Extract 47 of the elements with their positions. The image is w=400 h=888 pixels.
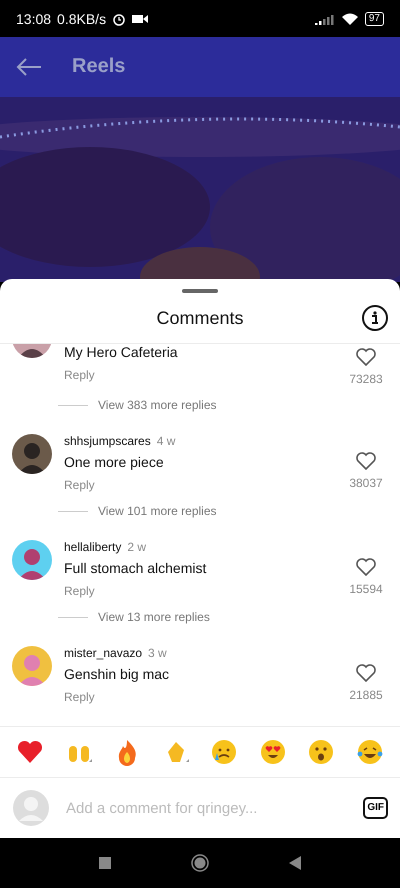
drag-handle[interactable] (182, 289, 218, 293)
comment-text: Genshin big mac (64, 666, 170, 682)
comment-text: My Hero Cafeteria (64, 344, 179, 360)
info-icon (370, 311, 380, 325)
home-icon[interactable] (191, 854, 209, 872)
sheet-title: Comments (156, 308, 244, 328)
battery-icon: 97 (364, 12, 384, 26)
like-button[interactable] (356, 452, 376, 470)
like-count: 38037 (349, 476, 383, 490)
like-button[interactable] (356, 558, 376, 576)
view-replies-link[interactable]: View 101 more replies (98, 504, 217, 518)
comment-text: Full stomach alchemist (64, 560, 208, 576)
status-time: 13:08 (16, 10, 52, 26)
comment-time: 4 w (156, 434, 176, 448)
alarm-icon (112, 12, 126, 26)
comment-text: One more piece (64, 454, 165, 470)
reply-link[interactable]: Reply (64, 368, 338, 382)
comment-username[interactable]: mister_navazo (64, 646, 142, 660)
reply-link[interactable]: Reply (64, 478, 338, 492)
view-replies-link[interactable]: View 383 more replies (98, 398, 217, 412)
comment-username[interactable]: shhsjumpscares (64, 434, 151, 448)
heart-eyes-emoji-icon[interactable] (258, 738, 287, 766)
laughing-emoji-icon[interactable] (356, 738, 384, 766)
reply-link[interactable]: Reply (64, 584, 338, 598)
avatar-icon[interactable] (12, 434, 52, 474)
like-button[interactable] (356, 348, 376, 366)
view-replies-link[interactable]: View 13 more replies (98, 610, 210, 624)
screen-title: Reels (72, 55, 126, 78)
gif-button[interactable]: GIF (363, 797, 388, 819)
like-count: 73283 (349, 372, 383, 386)
comment-username[interactable]: hellaliberty (64, 540, 122, 554)
signal-icon (314, 12, 335, 24)
comment-time: 3 w (148, 646, 167, 660)
back-icon[interactable] (289, 856, 301, 870)
crying-emoji-icon[interactable] (210, 738, 238, 766)
avatar-icon (12, 789, 50, 827)
like-count: 15594 (349, 582, 383, 596)
surprised-emoji-icon[interactable] (307, 738, 336, 766)
wifi-icon (340, 12, 359, 26)
video-camera-icon (132, 14, 148, 24)
comment-time: 2 w (127, 540, 146, 554)
like-button[interactable] (356, 664, 376, 682)
back-arrow-icon[interactable] (16, 58, 42, 76)
info-button[interactable] (362, 305, 388, 331)
reply-link[interactable]: Reply (64, 690, 338, 704)
like-count: 21885 (349, 688, 383, 702)
network-speed: 0.8KB/s (57, 10, 106, 26)
